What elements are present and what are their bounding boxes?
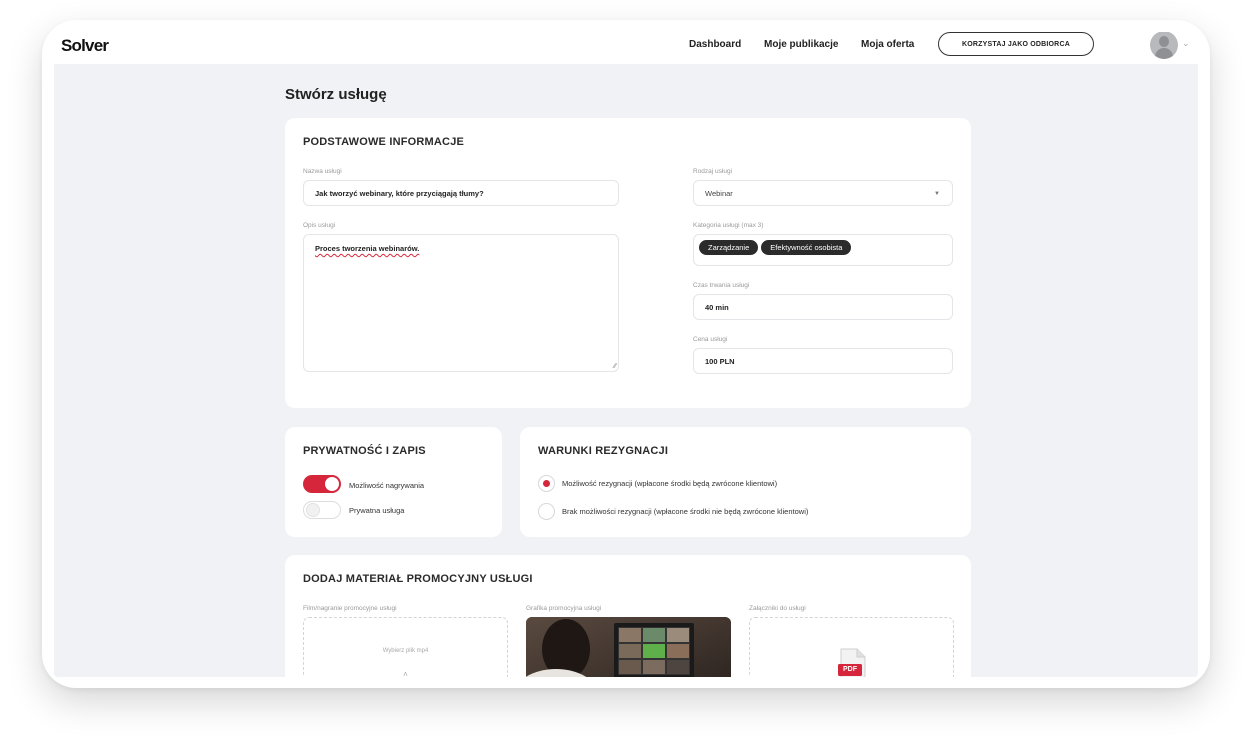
top-nav: Solver Dashboard Moje publikacje Moja of… xyxy=(54,32,1198,64)
use-as-recipient-button[interactable]: KORZYSTAJ JAKO ODBIORCA xyxy=(938,32,1094,56)
service-type-label: Rodzaj usługi xyxy=(693,168,733,175)
webinar-photo xyxy=(526,617,731,677)
resize-handle-icon[interactable]: ∕∕ xyxy=(614,363,616,370)
toggle-knob xyxy=(306,503,320,517)
category-tag[interactable]: Zarządzanie xyxy=(699,240,759,255)
duration-label: Czas trwania usługi xyxy=(693,282,750,289)
app-screen: Solver Dashboard Moje publikacje Moja of… xyxy=(54,32,1198,677)
radio-dot xyxy=(543,480,550,487)
video-hint: Wybierz plik mp4 xyxy=(382,648,429,654)
device-frame: Solver Dashboard Moje publikacje Moja of… xyxy=(42,20,1210,688)
service-name-label: Nazwa usługi xyxy=(303,168,342,175)
basic-info-card: PODSTAWOWE INFORMACJE Nazwa usługi Jak t… xyxy=(285,118,971,408)
category-tag[interactable]: Efektywność osobista xyxy=(761,240,852,255)
service-desc-label: Opis usługi xyxy=(303,222,336,229)
avatar-head xyxy=(1159,36,1169,47)
image-label: Grafika promocyjna usługi xyxy=(526,605,602,612)
cancellation-allowed-radio[interactable] xyxy=(538,475,555,492)
promo-image[interactable] xyxy=(526,617,731,677)
avatar[interactable] xyxy=(1150,32,1178,59)
privacy-title: PRYWATNOŚĆ I ZAPIS xyxy=(303,445,426,457)
video-label: Film/nagranie promocyjne usługi xyxy=(303,605,397,612)
privacy-card: PRYWATNOŚĆ I ZAPIS Możliwość nagrywania … xyxy=(285,427,502,537)
video-dropzone[interactable]: Wybierz plik mp4 ˄ xyxy=(303,617,508,677)
service-name-input[interactable]: Jak tworzyć webinary, które przyciągają … xyxy=(303,180,619,206)
recording-label: Możliwość nagrywania xyxy=(349,481,425,490)
avatar-body xyxy=(1155,48,1173,59)
cancellation-card: WARUNKI REZYGNACJI Możliwość rezygnacji … xyxy=(520,427,971,537)
private-service-label: Prywatna usługa xyxy=(349,506,405,515)
cancellation-allowed-label: Możliwość rezygnacji (wpłacone środki bę… xyxy=(562,479,778,488)
upload-arrow-icon: ˄ xyxy=(403,670,408,677)
basic-info-title: PODSTAWOWE INFORMACJE xyxy=(303,136,465,148)
toggle-knob xyxy=(325,477,339,491)
service-desc-text: Proces tworzenia webinarów. xyxy=(315,244,420,253)
recording-toggle[interactable] xyxy=(303,475,341,493)
cancellation-title: WARUNKI REZYGNACJI xyxy=(538,445,669,457)
service-desc-textarea[interactable]: Proces tworzenia webinarów. ∕∕ xyxy=(303,234,619,372)
logo[interactable]: Solver xyxy=(61,36,109,56)
promo-title: DODAJ MATERIAŁ PROMOCYJNY USŁUGI xyxy=(303,573,533,585)
service-type-select[interactable]: Webinar ▼ xyxy=(693,180,953,206)
price-label: Cena usługi xyxy=(693,336,728,343)
attachments-dropzone[interactable]: PDF xyxy=(749,617,954,677)
cancellation-not-allowed-radio[interactable] xyxy=(538,503,555,520)
attachments-label: Załączniki do usługi xyxy=(749,605,806,612)
nav-link-dashboard[interactable]: Dashboard xyxy=(689,39,741,50)
service-type-value: Webinar xyxy=(705,188,733,198)
duration-input[interactable]: 40 min xyxy=(693,294,953,320)
nav-link-my-offer[interactable]: Moja oferta xyxy=(861,39,914,50)
category-label: Kategoria usługi (max 3) xyxy=(693,222,764,229)
nav-link-my-publications[interactable]: Moje publikacje xyxy=(764,39,838,50)
cancellation-not-allowed-label: Brak możliwości rezygnacji (wpłacone śro… xyxy=(562,507,809,516)
category-tags-input[interactable]: Zarządzanie Efektywność osobista xyxy=(693,234,953,266)
pdf-label: PDF xyxy=(843,666,857,673)
price-input[interactable]: 100 PLN xyxy=(693,348,953,374)
chevron-down-icon[interactable]: ⌄ xyxy=(1182,38,1190,49)
caret-down-icon: ▼ xyxy=(934,191,940,197)
private-service-toggle[interactable] xyxy=(303,501,341,519)
promo-card: DODAJ MATERIAŁ PROMOCYJNY USŁUGI Film/na… xyxy=(285,555,971,677)
page-title: Stwórz usługę xyxy=(285,86,387,103)
